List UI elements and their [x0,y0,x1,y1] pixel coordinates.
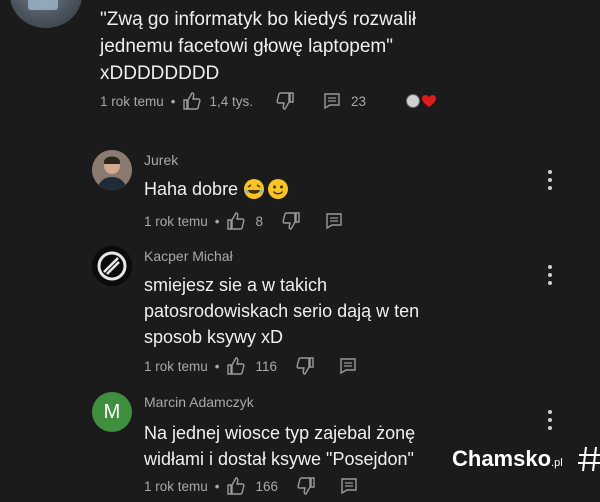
more-options-icon[interactable] [548,265,554,289]
dislike-button[interactable] [281,212,301,230]
comment-icon [324,93,340,110]
comment-line: xDDDDDDDD [100,63,220,84]
watermark: Chamsko .pl [452,444,600,474]
timestamp: 1 rok temu [100,93,164,109]
reply-line: patosrodowiskach serio dają w ten [144,301,420,321]
author-name: Marcin Adamczyk [144,394,254,410]
creator-heart [406,94,437,108]
timestamp: 1 rok temu [144,478,208,494]
more-options-icon[interactable] [548,170,554,194]
thumb-up-icon [182,92,201,110]
reply-meta: 1 rok temu • 8 [144,212,343,230]
reply-author[interactable]: Kacper Michał [144,248,233,266]
comment-icon [326,213,342,230]
thumb-down-icon [276,92,294,110]
timestamp: 1 rok temu [144,213,208,229]
reply-author[interactable]: Marcin Adamczyk [144,394,254,412]
dislike-button[interactable] [295,357,315,375]
comment-meta: 1 rok temu • 1,4 tys. 23 [100,92,437,110]
thumb-up-icon [226,357,245,375]
separator: • [170,93,176,109]
avatar[interactable] [92,150,132,190]
reply-line: widłami i dostał ksywe "Posejdon" [144,449,414,469]
like-count: 166 [255,478,279,494]
timestamp: 1 rok temu [144,358,208,374]
watermark-brand: Chamsko [452,446,552,471]
reply-author[interactable]: Jurek [144,152,178,170]
reply-text: Na jednej wiosce typ zajebal żonę widłam… [144,420,464,472]
thumb-down-icon [296,357,314,375]
thumb-up-icon [226,212,245,230]
separator: • [214,358,220,374]
reply-button[interactable] [325,212,343,230]
author-name: Kacper Michał [144,248,233,264]
reply-line: Na jednej wiosce typ zajebal żonę [144,423,416,443]
reply-text: Haha dobre [144,176,289,202]
like-button[interactable] [226,212,246,230]
like-button[interactable] [226,357,246,375]
comment-icon [341,478,357,495]
avatar [10,0,82,28]
comment-line: "Zwą go informatyk bo kiedyś rozwalił [100,9,417,30]
like-button[interactable] [226,477,246,495]
smile-emoji-icon [268,179,289,199]
thumb-up-icon [226,477,245,495]
reply-meta: 1 rok temu • 116 [144,357,357,375]
comment-line: jednemu facetowi głowę laptopem" [100,36,393,57]
reply-meta: 1 rok temu • 166 [144,477,358,495]
like-button[interactable] [182,92,202,110]
comment-icon [340,358,356,375]
separator: • [214,478,220,494]
separator: • [214,213,220,229]
comment-text: "Zwą go informatyk bo kiedyś rozwalił je… [100,6,460,87]
reply-line: smiejesz sie a w takich [144,275,328,295]
reply-button[interactable] [340,477,358,495]
avatar[interactable]: M [92,392,132,432]
like-count: 116 [255,358,278,374]
hashtag-icon [577,446,600,472]
avatar-letter: M [103,400,121,423]
thumb-down-icon [282,212,300,230]
reply-line: Haha dobre [144,179,239,199]
creator-avatar-icon [406,94,421,108]
more-options-icon[interactable] [548,410,554,434]
like-count: 1,4 tys. [209,93,254,109]
laughing-emoji-icon [244,179,265,199]
thumb-down-icon [297,477,315,495]
reply-text: smiejesz sie a w takich patosrodowiskach… [144,272,484,350]
like-count: 8 [255,213,264,229]
reply-count: 23 [351,93,367,109]
reply-button[interactable] [323,92,341,110]
heart-icon [422,95,437,107]
author-name: Jurek [144,152,179,168]
watermark-tld: .pl [551,457,563,469]
avatar[interactable] [92,246,132,286]
dislike-button[interactable] [296,477,316,495]
reply-button[interactable] [339,357,357,375]
dislike-button[interactable] [275,92,295,110]
reply-line: sposob ksywy xD [144,327,284,347]
